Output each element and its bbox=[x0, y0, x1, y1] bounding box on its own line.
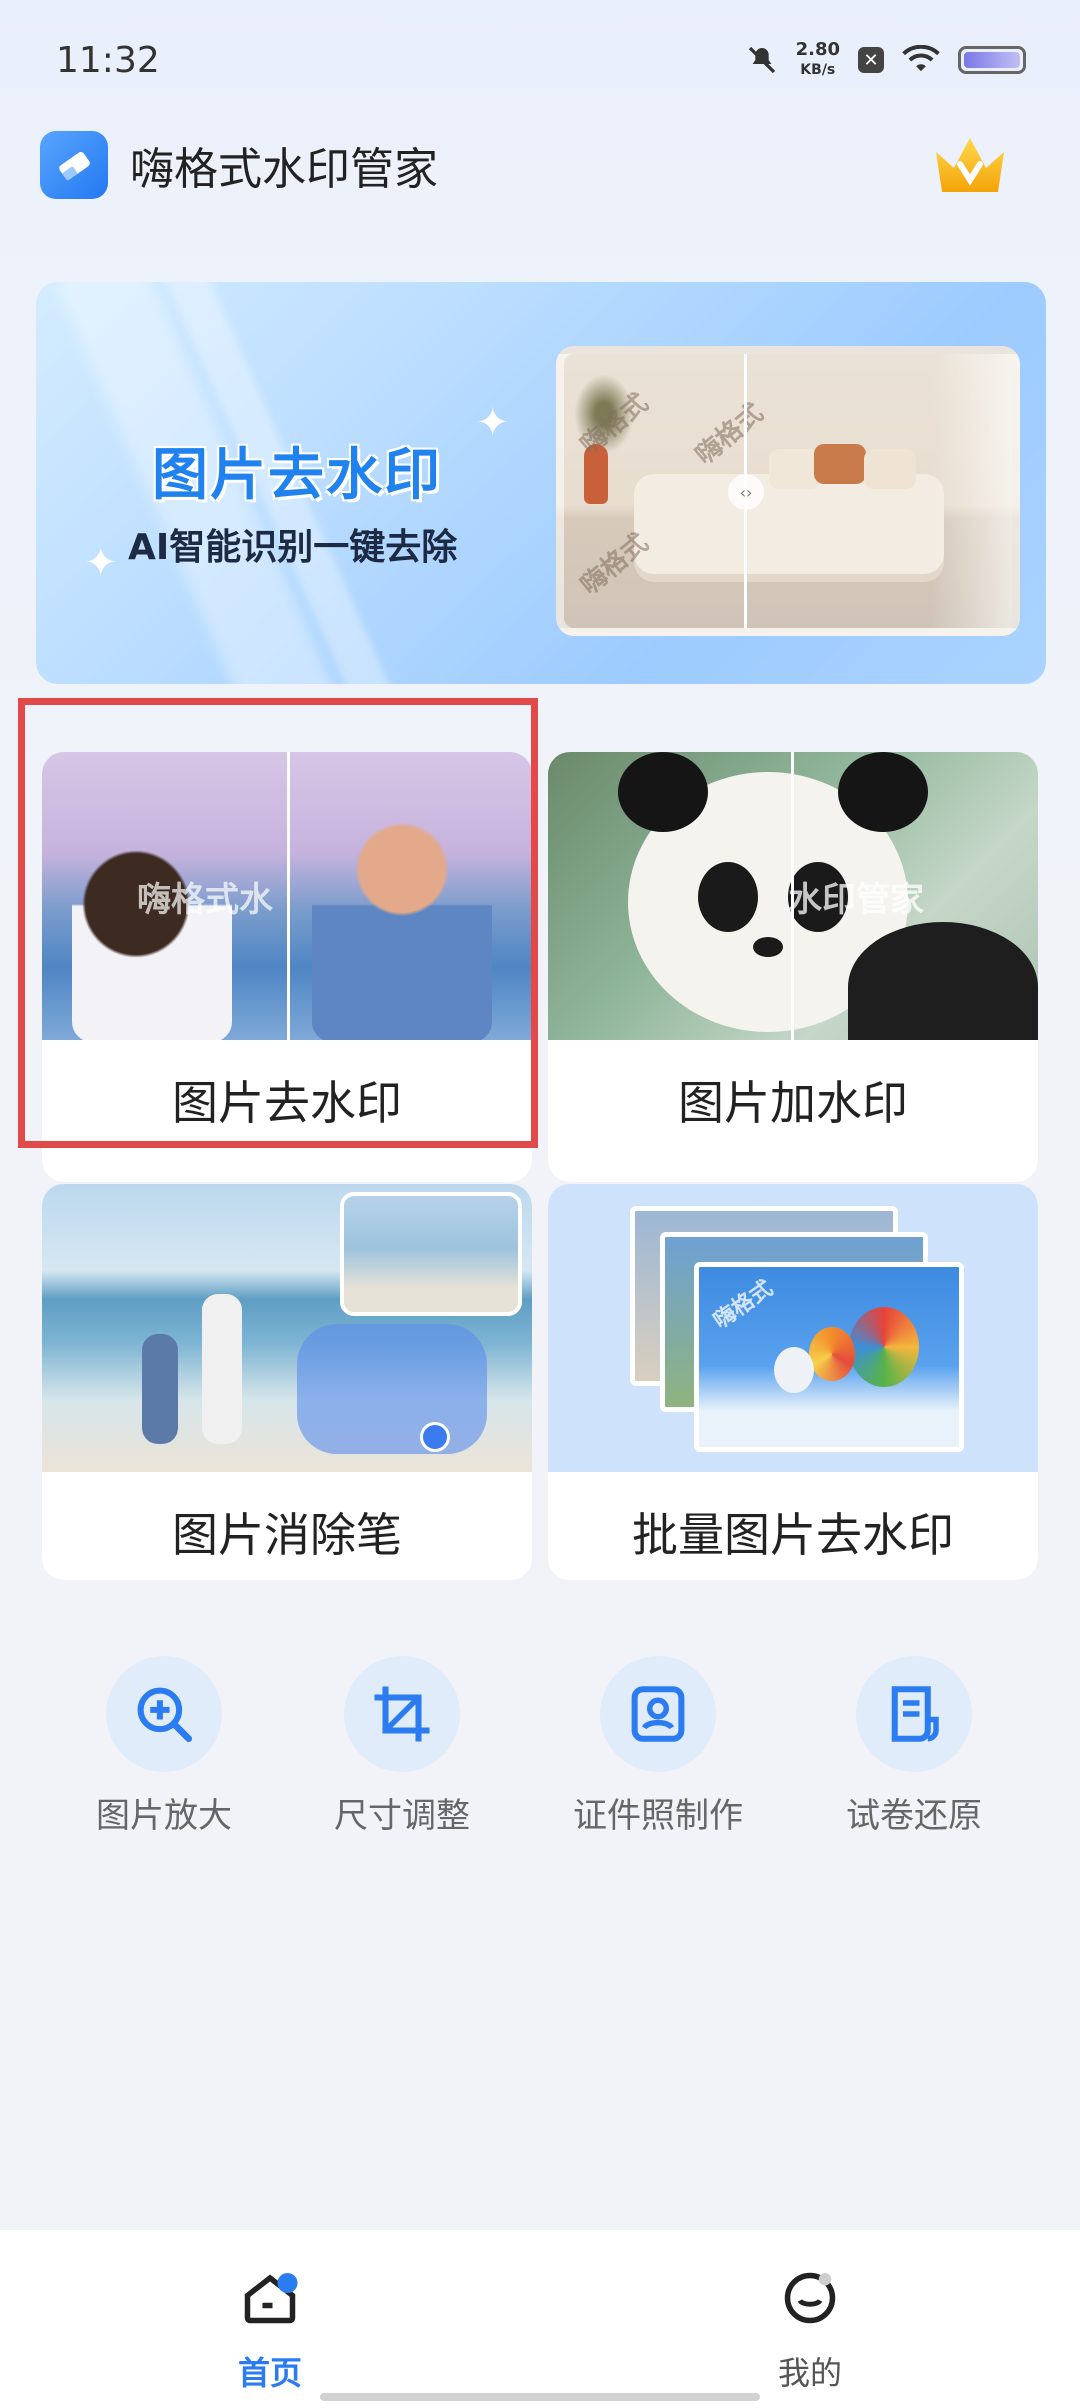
tool-image-upscale[interactable]: 图片放大 bbox=[64, 1656, 264, 1837]
stacked-photo-front: 嗨格式 bbox=[694, 1262, 964, 1452]
status-bar: 11:32 2.80 KB/s ✕ bbox=[0, 0, 1080, 120]
tool-icon-wrap bbox=[600, 1656, 716, 1772]
card-watermark: 水印管家 bbox=[788, 880, 924, 920]
crown-icon[interactable] bbox=[930, 130, 1010, 200]
close-box-icon: ✕ bbox=[858, 47, 884, 73]
profile-icon bbox=[780, 2268, 840, 2328]
tool-label: 尺寸调整 bbox=[334, 1796, 470, 1836]
promo-banner[interactable]: ✦ ✦ 图片去水印 AI智能识别一键去除 嗨格式 嗨格式 嗨格式 ‹› bbox=[36, 282, 1046, 684]
compare-divider bbox=[791, 752, 794, 1040]
home-icon bbox=[240, 2268, 300, 2328]
nav-label: 我的 bbox=[777, 2354, 842, 2392]
panda-ear-shape bbox=[838, 752, 928, 832]
eraser-icon bbox=[59, 152, 90, 181]
tool-icon-wrap bbox=[106, 1656, 222, 1772]
tool-icon-wrap bbox=[344, 1656, 460, 1772]
app-logo bbox=[40, 131, 108, 199]
panda-ear-shape bbox=[618, 752, 708, 832]
speed-value: 2.80 bbox=[795, 39, 840, 60]
tool-resize[interactable]: 尺寸调整 bbox=[302, 1656, 502, 1837]
sparkle-icon: ✦ bbox=[476, 400, 510, 446]
balloon-shape bbox=[849, 1307, 919, 1387]
adult-figure-shape bbox=[202, 1294, 242, 1444]
battery-icon bbox=[958, 46, 1026, 74]
nav-item-home[interactable]: 首页 bbox=[170, 2268, 370, 2394]
sofa-shape bbox=[634, 474, 944, 574]
bottom-nav: 首页 我的 bbox=[0, 2230, 1080, 2408]
speed-unit: KB/s bbox=[800, 62, 836, 78]
panda-eye-shape bbox=[698, 862, 758, 932]
network-speed: 2.80 KB/s bbox=[796, 40, 840, 80]
balloon-shape bbox=[809, 1327, 855, 1381]
tool-id-photo[interactable]: 证件照制作 bbox=[558, 1656, 758, 1837]
status-icons: 2.80 KB/s ✕ bbox=[746, 40, 1026, 80]
mute-icon bbox=[748, 46, 775, 74]
child-figure-shape bbox=[142, 1334, 178, 1444]
feature-label: 批量图片去水印 bbox=[632, 1508, 954, 1562]
selection-highlight bbox=[18, 698, 538, 1148]
tool-icon-wrap bbox=[856, 1656, 972, 1772]
feature-card-eraser-pen[interactable]: 图片消除笔 bbox=[42, 1184, 532, 1580]
banner-living-room-image: 嗨格式 嗨格式 嗨格式 ‹› bbox=[556, 346, 1020, 636]
feature-card-batch-remove[interactable]: 嗨格式 批量图片去水印 bbox=[548, 1184, 1038, 1580]
id-photo-icon bbox=[631, 1686, 685, 1742]
tool-label: 图片放大 bbox=[96, 1796, 232, 1836]
eraser-pen-image bbox=[42, 1184, 532, 1472]
eraser-stroke-shape bbox=[297, 1324, 487, 1454]
wifi-icon bbox=[902, 45, 940, 72]
preview-thumbnail bbox=[340, 1192, 522, 1316]
sparkle-icon: ✦ bbox=[84, 540, 118, 586]
panda-nose-shape bbox=[753, 937, 783, 957]
window-light bbox=[932, 354, 1012, 628]
nav-label: 首页 bbox=[237, 2354, 302, 2392]
balloon-shape bbox=[774, 1347, 814, 1393]
tool-label: 证件照制作 bbox=[573, 1796, 743, 1836]
document-icon bbox=[891, 1686, 939, 1742]
eraser-dot-icon bbox=[420, 1422, 450, 1452]
tool-exam-restore[interactable]: 试卷还原 bbox=[814, 1656, 1014, 1837]
tool-label: 试卷还原 bbox=[846, 1796, 982, 1836]
pillow-shape bbox=[864, 449, 916, 489]
banner-title: 图片去水印 bbox=[152, 443, 442, 508]
nav-item-profile[interactable]: 我的 bbox=[710, 2268, 910, 2394]
home-indicator bbox=[320, 2393, 760, 2401]
banner-subtitle: AI智能识别一键去除 bbox=[128, 527, 458, 568]
feature-label: 图片加水印 bbox=[678, 1076, 908, 1130]
card-watermark: 嗨格式 bbox=[709, 1275, 778, 1335]
zoom-in-icon bbox=[137, 1687, 193, 1743]
feature-label: 图片消除笔 bbox=[172, 1508, 402, 1562]
batch-remove-image: 嗨格式 bbox=[548, 1184, 1038, 1472]
panda-body-shape bbox=[848, 922, 1038, 1040]
compare-handle-icon: ‹› bbox=[728, 474, 764, 510]
status-time: 11:32 bbox=[56, 40, 160, 81]
pillow-shape bbox=[814, 444, 866, 484]
app-title: 嗨格式水印管家 bbox=[130, 144, 438, 195]
feature-card-add-watermark[interactable]: 水印管家 图片加水印 bbox=[548, 752, 1038, 1182]
add-watermark-image: 水印管家 bbox=[548, 752, 1038, 1040]
banner-watermark: 嗨格式 bbox=[690, 397, 770, 471]
crop-icon bbox=[374, 1686, 430, 1742]
app-header: 嗨格式水印管家 bbox=[40, 130, 438, 200]
